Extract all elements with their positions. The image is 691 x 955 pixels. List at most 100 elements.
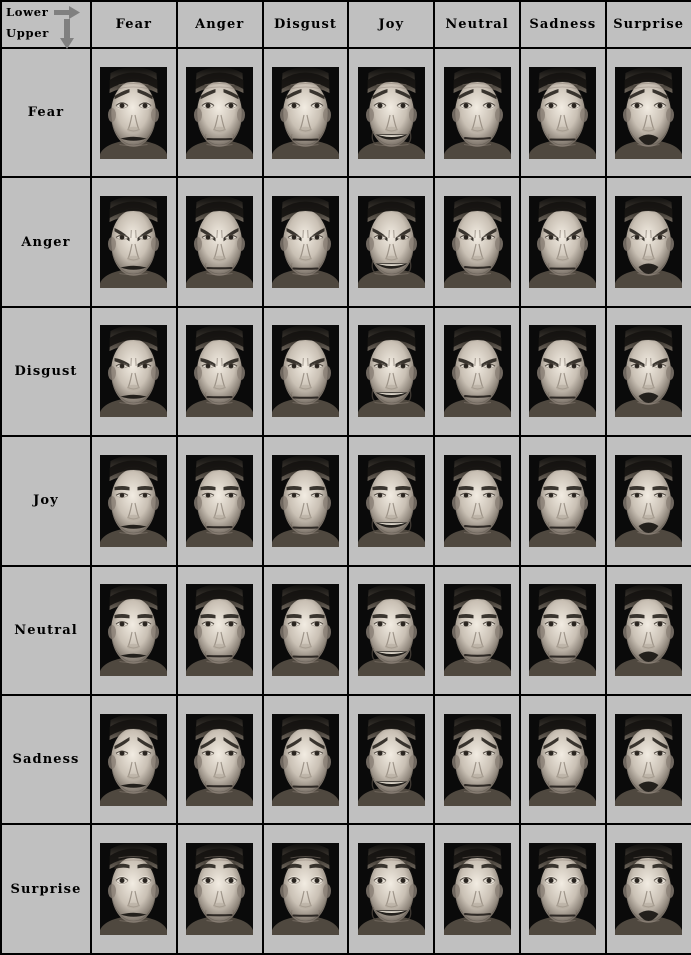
face-cell-upper-disgust-lower-fear bbox=[90, 305, 178, 438]
face-cell-upper-fear-lower-fear bbox=[90, 46, 178, 179]
face-image-wrapper bbox=[264, 178, 348, 305]
face-image-wrapper bbox=[435, 437, 519, 564]
face-image-wrapper bbox=[435, 178, 519, 305]
composite-face-image bbox=[271, 66, 339, 159]
composite-face-image bbox=[529, 454, 597, 547]
face-row-anger: Anger bbox=[0, 176, 691, 308]
composite-face-image bbox=[529, 843, 597, 936]
composite-face-matrix: Lower Upper Fear Anger Disgust Joy Neutr… bbox=[0, 0, 691, 955]
arrow-down-icon bbox=[60, 19, 74, 49]
face-cell-upper-disgust-lower-joy bbox=[347, 305, 436, 438]
composite-face-image bbox=[357, 843, 425, 936]
face-image-wrapper bbox=[178, 696, 262, 823]
face-cell-upper-neutral-lower-fear bbox=[90, 564, 178, 696]
face-cell-upper-fear-lower-sadness bbox=[518, 46, 607, 179]
face-cell-upper-anger-lower-disgust bbox=[261, 176, 350, 308]
axis-legend-corner: Lower Upper bbox=[0, 0, 92, 49]
header-row: Lower Upper Fear Anger Disgust Joy Neutr… bbox=[0, 0, 691, 49]
face-cell-upper-neutral-lower-anger bbox=[175, 564, 264, 696]
face-cell-upper-fear-lower-joy bbox=[347, 46, 436, 179]
face-row-neutral: Neutral bbox=[0, 564, 691, 696]
composite-face-image bbox=[100, 325, 168, 418]
face-cell-upper-sadness-lower-disgust bbox=[261, 693, 350, 826]
row-header-neutral: Neutral bbox=[0, 564, 92, 696]
face-image-wrapper bbox=[349, 308, 433, 435]
face-row-disgust: Disgust bbox=[0, 305, 691, 438]
composite-face-image bbox=[615, 584, 683, 677]
composite-face-image bbox=[357, 66, 425, 159]
column-header-disgust: Disgust bbox=[261, 0, 350, 49]
face-cell-upper-anger-lower-surprise bbox=[604, 176, 691, 308]
face-row-joy: Joy bbox=[0, 435, 691, 567]
composite-face-image bbox=[271, 713, 339, 806]
face-row-surprise: Surprise bbox=[0, 823, 691, 955]
face-image-wrapper bbox=[521, 825, 605, 952]
face-image-wrapper bbox=[178, 49, 262, 176]
composite-face-image bbox=[443, 325, 511, 418]
composite-face-image bbox=[443, 713, 511, 806]
face-cell-upper-disgust-lower-neutral bbox=[433, 305, 521, 438]
composite-face-image bbox=[186, 713, 254, 806]
face-image-wrapper bbox=[92, 437, 176, 564]
composite-face-image bbox=[443, 584, 511, 677]
face-image-wrapper bbox=[264, 308, 348, 435]
composite-face-image bbox=[615, 66, 683, 159]
column-header-surprise: Surprise bbox=[604, 0, 691, 49]
composite-face-image bbox=[443, 454, 511, 547]
face-cell-upper-fear-lower-disgust bbox=[261, 46, 350, 179]
composite-face-image bbox=[271, 584, 339, 677]
face-cell-upper-anger-lower-fear bbox=[90, 176, 178, 308]
face-cell-upper-anger-lower-neutral bbox=[433, 176, 521, 308]
composite-face-image bbox=[529, 325, 597, 418]
face-image-wrapper bbox=[607, 49, 691, 176]
face-image-wrapper bbox=[92, 178, 176, 305]
column-header-sadness: Sadness bbox=[518, 0, 607, 49]
face-image-wrapper bbox=[607, 308, 691, 435]
lower-axis-legend: Lower bbox=[6, 5, 80, 19]
face-image-wrapper bbox=[264, 437, 348, 564]
composite-face-image bbox=[271, 454, 339, 547]
face-cell-upper-neutral-lower-surprise bbox=[604, 564, 691, 696]
face-cell-upper-sadness-lower-fear bbox=[90, 693, 178, 826]
composite-face-image bbox=[615, 196, 683, 289]
row-header-joy: Joy bbox=[0, 435, 92, 567]
face-image-wrapper bbox=[349, 825, 433, 952]
upper-axis-label: Upper bbox=[6, 26, 49, 40]
face-image-wrapper bbox=[178, 178, 262, 305]
composite-face-image bbox=[615, 325, 683, 418]
face-cell-upper-sadness-lower-surprise bbox=[604, 693, 691, 826]
row-header-sadness: Sadness bbox=[0, 693, 92, 826]
composite-face-image bbox=[615, 454, 683, 547]
face-image-wrapper bbox=[607, 696, 691, 823]
column-header-joy: Joy bbox=[347, 0, 436, 49]
face-row-sadness: Sadness bbox=[0, 693, 691, 826]
row-header-fear: Fear bbox=[0, 46, 92, 179]
composite-face-image bbox=[186, 196, 254, 289]
face-cell-upper-surprise-lower-disgust bbox=[261, 823, 350, 955]
composite-face-image bbox=[186, 843, 254, 936]
composite-face-image bbox=[271, 843, 339, 936]
face-cell-upper-joy-lower-sadness bbox=[518, 435, 607, 567]
face-image-wrapper bbox=[264, 567, 348, 694]
face-image-wrapper bbox=[607, 178, 691, 305]
face-cell-upper-joy-lower-fear bbox=[90, 435, 178, 567]
face-image-wrapper bbox=[435, 308, 519, 435]
face-image-wrapper bbox=[521, 178, 605, 305]
face-cell-upper-disgust-lower-surprise bbox=[604, 305, 691, 438]
composite-face-image bbox=[100, 454, 168, 547]
face-image-wrapper bbox=[92, 308, 176, 435]
face-cell-upper-surprise-lower-surprise bbox=[604, 823, 691, 955]
face-cell-upper-fear-lower-surprise bbox=[604, 46, 691, 179]
face-cell-upper-anger-lower-joy bbox=[347, 176, 436, 308]
face-cell-upper-sadness-lower-anger bbox=[175, 693, 264, 826]
composite-face-image bbox=[100, 713, 168, 806]
composite-face-image bbox=[271, 196, 339, 289]
composite-face-image bbox=[100, 584, 168, 677]
face-image-wrapper bbox=[349, 178, 433, 305]
face-image-wrapper bbox=[435, 696, 519, 823]
face-cell-upper-neutral-lower-sadness bbox=[518, 564, 607, 696]
face-cell-upper-neutral-lower-disgust bbox=[261, 564, 350, 696]
face-image-wrapper bbox=[349, 696, 433, 823]
face-cell-upper-joy-lower-disgust bbox=[261, 435, 350, 567]
face-image-wrapper bbox=[349, 49, 433, 176]
